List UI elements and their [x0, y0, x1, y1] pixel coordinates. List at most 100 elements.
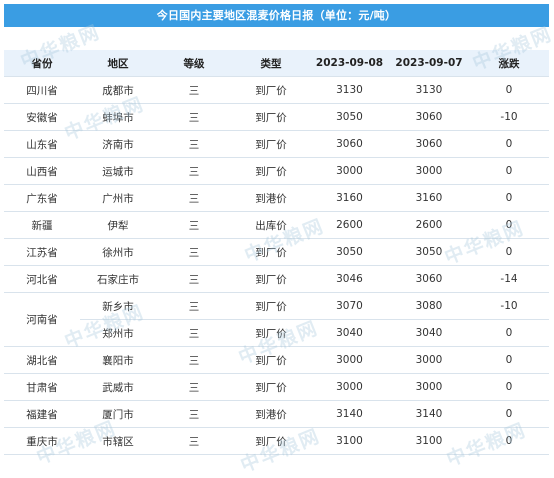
cell-price-current: 3130 [310, 76, 389, 104]
cell-change: -14 [469, 265, 549, 293]
cell-province: 山东省 [4, 130, 80, 158]
table-row: 广东省 广州市 三 到港价 3160 3160 0 [4, 184, 549, 212]
cell-region: 运城市 [80, 157, 156, 185]
cell-region: 蚌埠市 [80, 103, 156, 131]
cell-grade: 三 [156, 184, 232, 212]
table-row: 安徽省 蚌埠市 三 到厂价 3050 3060 -10 [4, 103, 549, 131]
cell-region: 郑州市 [80, 319, 156, 347]
cell-grade: 三 [156, 400, 232, 428]
cell-province: 山西省 [4, 157, 80, 185]
cell-price-current: 3000 [310, 373, 389, 401]
cell-region: 伊犁 [80, 211, 156, 239]
column-header-date-current: 2023-09-08 [310, 50, 389, 77]
cell-change: 0 [469, 400, 549, 428]
cell-type: 到厂价 [232, 373, 310, 401]
cell-change: 0 [469, 184, 549, 212]
cell-price-previous: 3040 [389, 319, 469, 347]
table-row: 郑州市 三 到厂价 3040 3040 0 [4, 319, 549, 347]
column-header-date-previous: 2023-09-07 [389, 50, 469, 77]
cell-change: 0 [469, 157, 549, 185]
cell-region: 武威市 [80, 373, 156, 401]
cell-change: 0 [469, 319, 549, 347]
cell-type: 到厂价 [232, 265, 310, 293]
cell-price-previous: 2600 [389, 211, 469, 239]
cell-price-current: 3050 [310, 238, 389, 266]
cell-region: 成都市 [80, 76, 156, 104]
cell-price-current: 3140 [310, 400, 389, 428]
cell-type: 到厂价 [232, 238, 310, 266]
cell-price-previous: 3050 [389, 238, 469, 266]
cell-grade: 三 [156, 157, 232, 185]
cell-type: 到港价 [232, 184, 310, 212]
table-header-row: 省份 地区 等级 类型 2023-09-08 2023-09-07 涨跌 [4, 50, 549, 77]
column-header-province: 省份 [4, 50, 80, 77]
cell-province: 江苏省 [4, 238, 80, 266]
cell-price-previous: 3000 [389, 157, 469, 185]
column-header-grade: 等级 [156, 50, 232, 77]
cell-province: 湖北省 [4, 346, 80, 374]
cell-change: -10 [469, 103, 549, 131]
cell-province: 四川省 [4, 76, 80, 104]
cell-grade: 三 [156, 319, 232, 347]
cell-price-previous: 3130 [389, 76, 469, 104]
cell-type: 到厂价 [232, 319, 310, 347]
cell-price-current: 3050 [310, 103, 389, 131]
cell-price-previous: 3100 [389, 427, 469, 455]
cell-change: 0 [469, 211, 549, 239]
cell-province: 甘肃省 [4, 373, 80, 401]
cell-grade: 三 [156, 265, 232, 293]
cell-type: 到厂价 [232, 130, 310, 158]
cell-price-current: 3000 [310, 157, 389, 185]
cell-change: 0 [469, 76, 549, 104]
column-header-type: 类型 [232, 50, 310, 77]
cell-grade: 三 [156, 346, 232, 374]
cell-change: 0 [469, 130, 549, 158]
cell-price-current: 2600 [310, 211, 389, 239]
cell-province: 河北省 [4, 265, 80, 293]
cell-price-previous: 3060 [389, 130, 469, 158]
table-row: 河北省 石家庄市 三 到厂价 3046 3060 -14 [4, 265, 549, 293]
cell-region: 新乡市 [80, 292, 156, 320]
cell-grade: 三 [156, 292, 232, 320]
cell-price-current: 3040 [310, 319, 389, 347]
cell-province: 新疆 [4, 211, 80, 239]
cell-grade: 三 [156, 427, 232, 455]
cell-grade: 三 [156, 130, 232, 158]
cell-type: 到厂价 [232, 76, 310, 104]
cell-price-previous: 3000 [389, 346, 469, 374]
cell-change: 0 [469, 427, 549, 455]
cell-province: 福建省 [4, 400, 80, 428]
cell-change: 0 [469, 373, 549, 401]
cell-region: 石家庄市 [80, 265, 156, 293]
cell-region: 徐州市 [80, 238, 156, 266]
cell-grade: 三 [156, 238, 232, 266]
cell-price-current: 3046 [310, 265, 389, 293]
column-header-region: 地区 [80, 50, 156, 77]
cell-type: 到厂价 [232, 103, 310, 131]
cell-type: 到厂价 [232, 292, 310, 320]
cell-region: 济南市 [80, 130, 156, 158]
table-row: 山东省 济南市 三 到厂价 3060 3060 0 [4, 130, 549, 158]
cell-province: 重庆市 [4, 427, 80, 455]
table-row: 福建省 厦门市 三 到港价 3140 3140 0 [4, 400, 549, 428]
cell-province: 安徽省 [4, 103, 80, 131]
cell-type: 到厂价 [232, 427, 310, 455]
cell-grade: 三 [156, 373, 232, 401]
cell-price-current: 3000 [310, 346, 389, 374]
cell-type: 到厂价 [232, 346, 310, 374]
cell-grade: 三 [156, 76, 232, 104]
table-row: 河南省 新乡市 三 到厂价 3070 3080 -10 [4, 292, 549, 347]
cell-change: -10 [469, 292, 549, 320]
price-table: 省份 地区 等级 类型 2023-09-08 2023-09-07 涨跌 四川省… [4, 50, 549, 455]
report-title: 今日国内主要地区混麦价格日报（单位：元/吨） [4, 4, 549, 27]
cell-type: 到厂价 [232, 157, 310, 185]
cell-price-previous: 3060 [389, 265, 469, 293]
cell-region: 广州市 [80, 184, 156, 212]
cell-region: 襄阳市 [80, 346, 156, 374]
table-row: 新疆 伊犁 三 出库价 2600 2600 0 [4, 211, 549, 239]
table-row: 江苏省 徐州市 三 到厂价 3050 3050 0 [4, 238, 549, 266]
cell-grade: 三 [156, 211, 232, 239]
cell-price-previous: 3000 [389, 373, 469, 401]
table-row: 甘肃省 武威市 三 到厂价 3000 3000 0 [4, 373, 549, 401]
cell-price-previous: 3140 [389, 400, 469, 428]
